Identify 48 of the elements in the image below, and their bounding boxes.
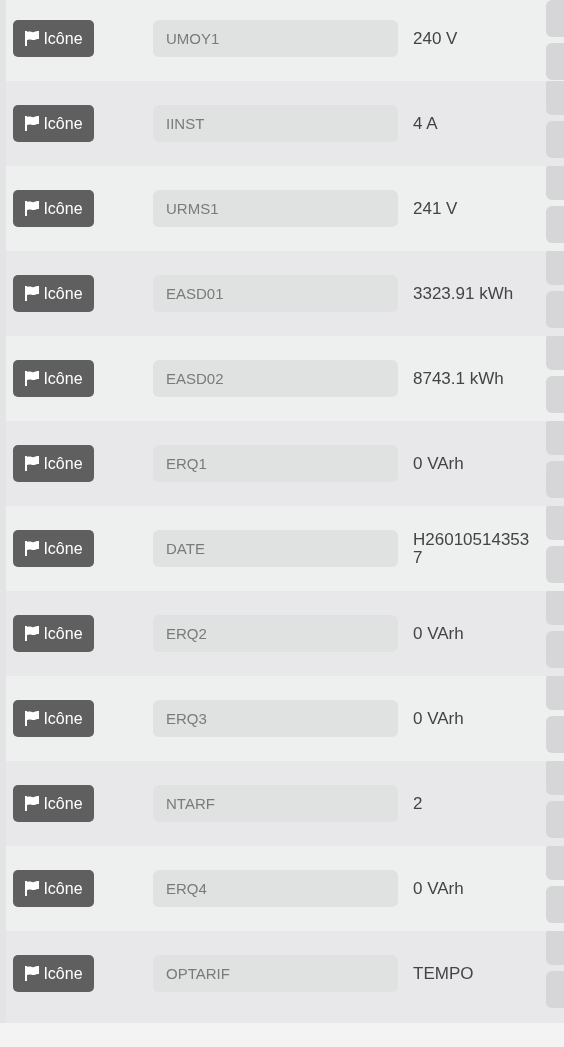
input-field[interactable]: NTARF [153, 785, 398, 822]
input-field[interactable]: ERQ1 [153, 445, 398, 482]
flag-icon [24, 626, 41, 641]
value-text: TEMPO [413, 964, 475, 983]
flag-icon [24, 456, 41, 471]
flag-icon [24, 371, 41, 386]
icon-button[interactable]: Icône [13, 700, 94, 737]
icon-button[interactable]: Icône [13, 785, 94, 822]
icon-button[interactable]: Icône [13, 615, 94, 652]
flag-icon [24, 286, 41, 301]
value-text: 0 VArh [413, 454, 465, 473]
flag-icon [24, 711, 41, 726]
icon-button[interactable]: Icône [13, 360, 94, 397]
value-text: 2 [413, 794, 424, 813]
input-field[interactable]: OPTARIF [153, 955, 398, 992]
value-text: 0 VArh [413, 624, 465, 643]
value-text: H260105143537 [413, 530, 531, 567]
value-text: 0 VArh [413, 879, 465, 898]
icon-button[interactable]: Icône [13, 955, 94, 992]
value-text: 3323.91 kWh [413, 284, 515, 303]
flag-icon [24, 116, 41, 131]
input-field[interactable]: IINST [153, 105, 398, 142]
input-field[interactable]: EASD02 [153, 360, 398, 397]
input-field[interactable]: ERQ3 [153, 700, 398, 737]
input-field[interactable]: ERQ2 [153, 615, 398, 652]
icon-button[interactable]: Icône [13, 20, 94, 57]
flag-icon [24, 31, 41, 46]
icon-button[interactable]: Icône [13, 275, 94, 312]
value-text: 241 V [413, 199, 459, 218]
flag-icon [24, 881, 41, 896]
value-text: 8743.1 kWh [413, 369, 505, 388]
input-field[interactable]: URMS1 [153, 190, 398, 227]
input-field[interactable]: UMOY1 [153, 20, 398, 57]
icon-button[interactable]: Icône [13, 105, 94, 142]
value-text: 240 V [413, 29, 459, 48]
input-field[interactable]: DATE [153, 530, 398, 567]
icon-button[interactable]: Icône [13, 530, 94, 567]
flag-icon [24, 966, 41, 981]
icon-button[interactable]: Icône [13, 445, 94, 482]
icon-button[interactable]: Icône [13, 190, 94, 227]
icon-button[interactable]: Icône [13, 870, 94, 907]
input-field[interactable]: ERQ4 [153, 870, 398, 907]
input-field[interactable]: EASD01 [153, 275, 398, 312]
value-text: 4 A [413, 114, 439, 133]
flag-icon [24, 796, 41, 811]
value-text: 0 VArh [413, 709, 465, 728]
flag-icon [24, 541, 41, 556]
flag-icon [24, 201, 41, 216]
